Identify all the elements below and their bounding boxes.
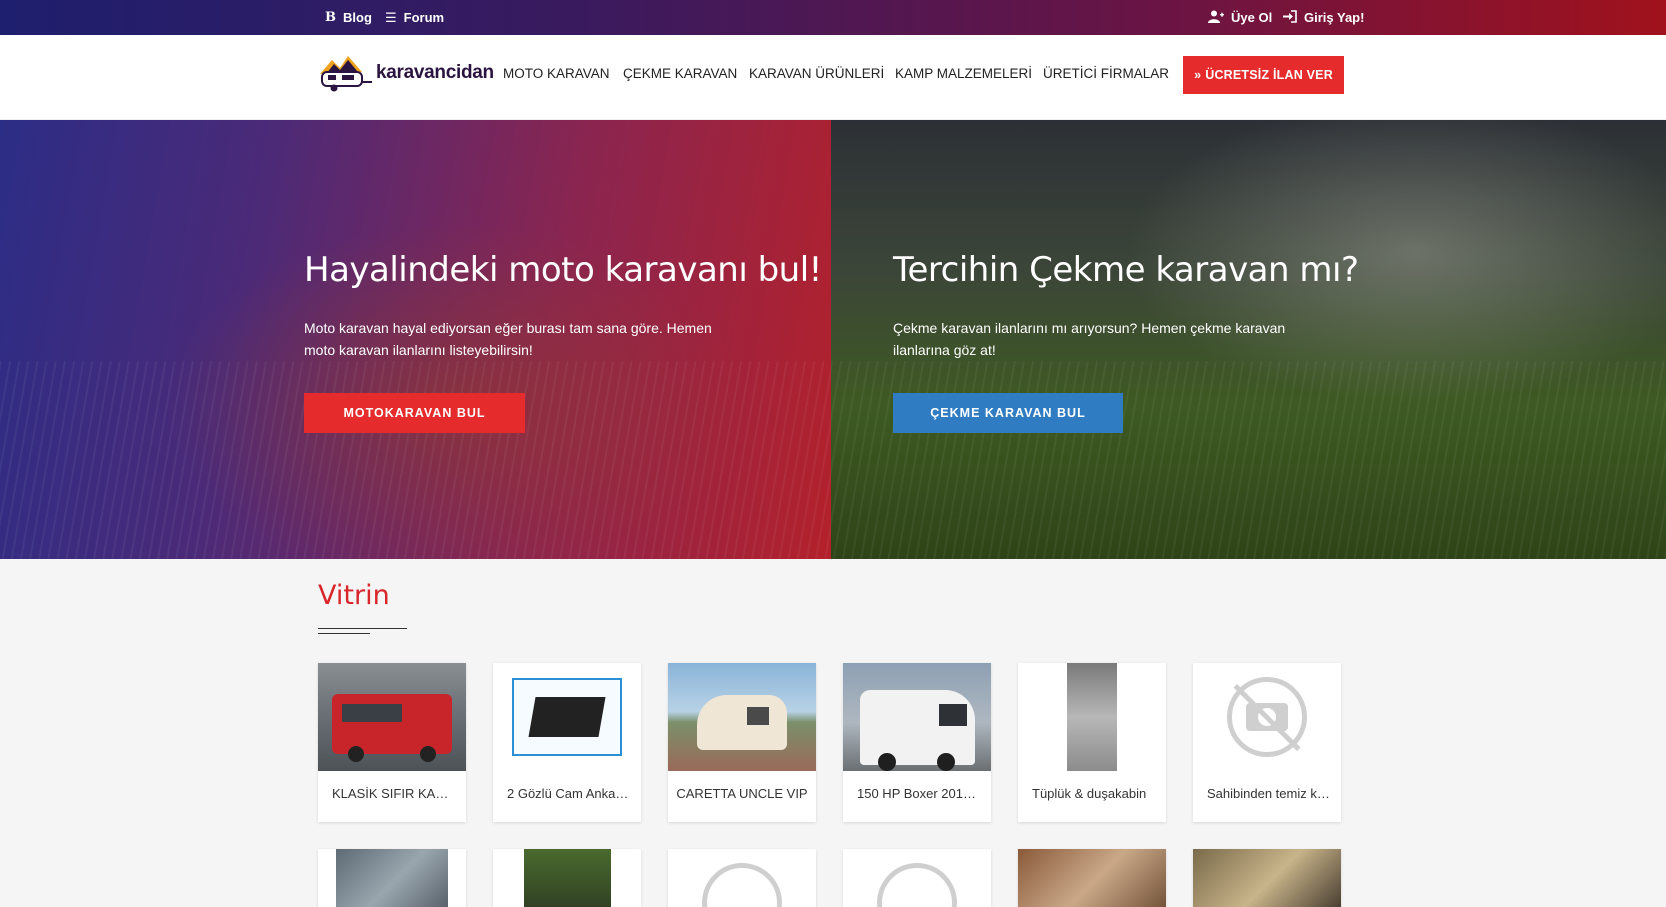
- listing-title: CARETTA UNCLE VIP: [676, 786, 808, 801]
- listing-card[interactable]: [493, 849, 641, 907]
- hero-right-text: Çekme karavan ilanlarını mı arıyorsun? H…: [893, 320, 1286, 358]
- nav-karavan-urunleri[interactable]: KARAVAN ÜRÜNLERİ: [749, 66, 884, 81]
- listing-title: 150 HP Boxer 2019 Model: [857, 786, 981, 801]
- listing-card[interactable]: Tüplük & duşakabin: [1018, 663, 1166, 822]
- nav-cekme-karavan[interactable]: ÇEKME KARAVAN: [623, 66, 737, 81]
- listing-image: [1193, 663, 1341, 771]
- no-image-camera-icon: [1227, 677, 1307, 757]
- listing-title: Sahibinden temiz karavan: [1207, 786, 1331, 801]
- top-bar: B Blog ☰ Forum Üye Ol Giriş Yap!: [0, 0, 1666, 35]
- listing-image: [524, 849, 611, 907]
- forum-label: Forum: [403, 10, 445, 25]
- no-image-camera-icon: [877, 863, 957, 907]
- hero-moto-karavan: Hayalindeki moto karavanı bul! Moto kara…: [0, 120, 831, 559]
- login-link[interactable]: Giriş Yap!: [1283, 0, 1364, 35]
- forum-link[interactable]: ☰ Forum: [385, 0, 444, 35]
- listing-card[interactable]: CARETTA UNCLE VIP: [668, 663, 816, 822]
- find-motokaravan-button[interactable]: MOTOKARAVAN BUL: [304, 393, 525, 433]
- double-chevron-right-icon: »: [1194, 68, 1202, 82]
- hero-right-title: Tercihin Çekme karavan mı?: [893, 250, 1359, 290]
- main-header: karavancidan MOTO KARAVAN ÇEKME KARAVAN …: [0, 35, 1666, 120]
- listing-image: [493, 663, 641, 771]
- listing-image: [1193, 849, 1341, 907]
- listing-title: 2 Gözlü Cam Ankastre Ocak: [507, 786, 631, 801]
- listing-title: KLASİK SIFIR KARAVAN: [332, 786, 456, 801]
- listing-card[interactable]: 2 Gözlü Cam Ankastre Ocak: [493, 663, 641, 822]
- listing-image: [843, 663, 991, 771]
- listing-image: [668, 663, 816, 771]
- free-listing-label: ÜCRETSİZ İLAN VER: [1205, 68, 1333, 82]
- logo-text: karavancidan: [376, 62, 494, 83]
- hero-cekme-karavan: Tercihin Çekme karavan mı? Çekme karavan…: [831, 120, 1666, 559]
- no-image-camera-icon: [702, 863, 782, 907]
- hero-left-title: Hayalindeki moto karavanı bul!: [304, 250, 822, 290]
- vitrin-title: Vitrin: [318, 580, 390, 611]
- listing-image: [1018, 849, 1166, 907]
- blog-link[interactable]: B Blog: [325, 0, 372, 35]
- listing-title: Tüplük & duşakabin: [1032, 786, 1147, 801]
- listing-card[interactable]: 150 HP Boxer 2019 Model: [843, 663, 991, 822]
- hero-left-text: Moto karavan hayal ediyorsan eğer burası…: [304, 320, 712, 358]
- title-divider-short: [318, 633, 370, 634]
- user-plus-icon: [1208, 10, 1224, 26]
- nav-kamp-malzemeleri[interactable]: KAMP MALZEMELERİ: [895, 66, 1032, 81]
- nav-uretici-firmalar[interactable]: ÜRETİCİ FİRMALAR: [1043, 66, 1169, 81]
- listing-image: [1018, 663, 1166, 771]
- listing-card[interactable]: [318, 849, 466, 907]
- sign-in-icon: [1283, 9, 1297, 26]
- blog-icon: B: [325, 10, 336, 25]
- site-logo[interactable]: karavancidan: [318, 48, 494, 98]
- caravan-logo-icon: [320, 56, 372, 92]
- listing-card[interactable]: Sahibinden temiz karavan: [1193, 663, 1341, 822]
- listing-image: [318, 663, 466, 771]
- register-link[interactable]: Üye Ol: [1208, 0, 1272, 35]
- nav-moto-karavan[interactable]: MOTO KARAVAN: [503, 66, 610, 81]
- hero-background-image: [831, 361, 1666, 559]
- login-label: Giriş Yap!: [1304, 10, 1365, 25]
- listing-card[interactable]: [1193, 849, 1341, 907]
- listing-card[interactable]: [668, 849, 816, 907]
- hero-background-image: [0, 361, 831, 559]
- listing-card[interactable]: [843, 849, 991, 907]
- blog-label: Blog: [343, 10, 372, 25]
- find-cekme-karavan-button[interactable]: ÇEKME KARAVAN BUL: [893, 393, 1123, 433]
- free-listing-button[interactable]: » ÜCRETSİZ İLAN VER: [1183, 56, 1344, 94]
- listing-card[interactable]: KLASİK SIFIR KARAVAN: [318, 663, 466, 822]
- listing-image: [336, 849, 448, 907]
- title-divider: [318, 628, 407, 629]
- list-icon: ☰: [385, 9, 397, 25]
- listing-card[interactable]: [1018, 849, 1166, 907]
- register-label: Üye Ol: [1231, 10, 1273, 25]
